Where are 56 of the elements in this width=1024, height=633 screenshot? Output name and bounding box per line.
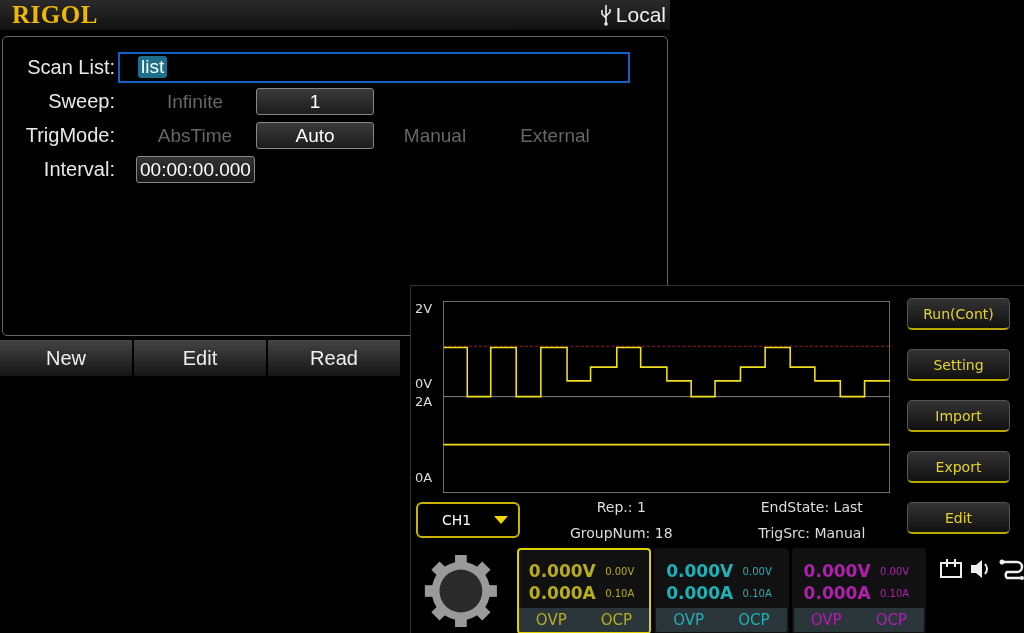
menu-button[interactable]: Import [907,400,1010,432]
ovp-label: OVP [535,611,567,629]
current-setting: 0.10A [742,587,773,599]
ocp-label: OCP [738,611,770,629]
voltage-setting: 0.00V [605,565,636,577]
option-button[interactable]: Manual [376,121,494,149]
route-icon[interactable] [999,558,1024,580]
input-field[interactable]: list [118,51,630,83]
current-reading: 0.000A [666,583,735,603]
menu-button[interactable]: Edit [907,502,1010,534]
selected-text: list [138,56,168,78]
brand-logo: RIGOL [12,1,98,29]
input-field[interactable]: 00:00:00.000 [136,155,255,183]
option-button[interactable]: External [496,121,614,149]
field-label: Sweep: [48,89,115,113]
caret-icon [494,516,508,524]
status-text: Local [615,3,666,27]
axis-label: 0V [415,376,433,391]
usb-icon [599,4,612,26]
current-setting: 0.10A [605,587,636,599]
menu-button[interactable]: Export [907,451,1010,483]
menu-button[interactable]: Run(Cont) [907,298,1010,330]
info-text: TrigSrc: Manual [758,525,866,541]
info-text: Rep.: 1 [596,499,646,515]
voltage-setting: 0.00V [742,565,773,577]
softkey-button[interactable]: Edit [134,340,266,376]
ocp-label: OCP [875,611,907,629]
info-text: GroupNum: 18 [569,525,673,541]
axis-label: 0A [415,470,433,485]
menu-button[interactable]: Setting [907,349,1010,381]
voltage-reading: 0.000V [666,561,735,581]
softkey-button[interactable]: Read [268,340,400,376]
field-label: Interval: [43,157,115,181]
option-button[interactable]: AbsTime [136,121,254,149]
axis-label: 2A [415,394,433,409]
field-label: Scan List: [27,55,115,79]
voltage-reading: 0.000V [528,561,597,581]
option-button[interactable]: Auto [256,121,374,149]
voltage-setting: 0.00V [880,565,911,577]
ovp-label: OVP [673,611,705,629]
voltage-reading: 0.000V [803,561,872,581]
ocp-label: OCP [600,611,633,629]
current-reading: 0.000A [803,583,872,603]
current-setting: 0.10A [880,587,911,599]
connection-icon[interactable] [939,558,963,580]
option-button[interactable]: 1 [256,87,374,115]
channel-card[interactable]: 0.000V 0.00V 0.000A 0.10A OVP OCP [516,548,652,633]
channel-dropdown[interactable]: CH1 [416,502,520,538]
softkey-button[interactable]: New [0,340,132,376]
channel-card[interactable]: 0.000V 0.00V 0.000A 0.10A OVP OCP [654,548,789,633]
ovp-label: OVP [810,611,842,629]
axis-label: 2V [415,301,433,316]
current-reading: 0.000A [528,583,597,603]
option-button[interactable]: Infinite [136,87,254,115]
field-label: TrigMode: [25,123,115,147]
info-text: EndState: Last [760,499,863,515]
